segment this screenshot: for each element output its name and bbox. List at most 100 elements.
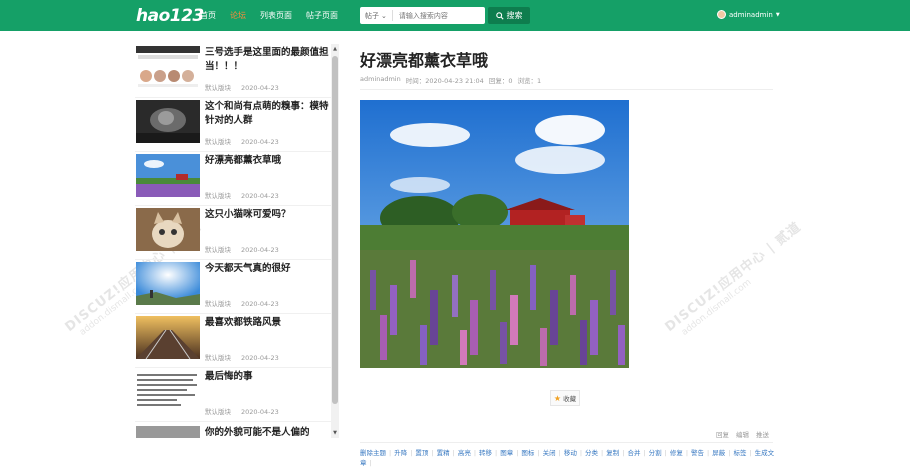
thread-title[interactable]: 今天都天气真的很好 [205, 262, 331, 276]
thread-title[interactable]: 最后悔的事 [205, 370, 331, 384]
separator: | [579, 449, 583, 457]
nav-forum[interactable]: 论坛 [230, 10, 246, 21]
thread-meta: 默认版块 2020-04-23 [205, 190, 289, 200]
mod-link[interactable]: 升降 [394, 449, 407, 457]
article-replies: 回复：0 [488, 77, 513, 85]
mod-link[interactable]: 置顶 [415, 449, 428, 457]
separator: | [728, 449, 731, 457]
search-input[interactable] [392, 11, 475, 20]
mod-link[interactable]: 图章 [500, 449, 513, 457]
mod-link[interactable]: 警告 [691, 449, 704, 457]
thread-meta: 默认版块 2020-04-23 [205, 406, 289, 416]
thread-title[interactable]: 这个和尚有点萌的糗事：模特针对的人群 [205, 100, 331, 128]
mod-link[interactable]: 置精 [437, 449, 450, 457]
mod-link[interactable]: 关闭 [543, 449, 556, 457]
thread-thumbnail [136, 370, 200, 413]
caret-down-icon: ▼ [775, 11, 780, 18]
thread-thumbnail [136, 208, 200, 251]
thread-forum[interactable]: 默认版块 [205, 300, 231, 308]
thread-forum[interactable]: 默认版块 [205, 408, 231, 416]
thread-date: 2020-04-23 [241, 138, 279, 146]
separator: | [749, 449, 752, 457]
mod-link[interactable]: 移动 [564, 449, 577, 457]
thread-thumbnail [136, 100, 200, 143]
scroll-up-icon[interactable]: ▲ [331, 45, 339, 53]
watermark-right: DISCUZ!应用中心 | 贰道 [662, 219, 805, 335]
list-item[interactable]: 好漂亮都薰衣草哦 默认版块 2020-04-23 [135, 152, 331, 206]
page-title: 好漂亮都薰衣草哦 [360, 51, 489, 70]
search-type-select[interactable]: 帖子 ⌄ [360, 10, 393, 21]
list-item[interactable]: 这只小猫咪可爱吗？ 默认版块 2020-04-23 [135, 206, 331, 260]
thread-forum[interactable]: 默认版块 [205, 354, 231, 362]
thread-thumbnail [136, 316, 200, 359]
mod-link[interactable]: 标签 [733, 449, 746, 457]
thread-forum[interactable]: 默认版块 [205, 138, 231, 146]
divider [360, 89, 773, 90]
main-nav: 首页 论坛 列表页面 帖子页面 [200, 0, 352, 31]
favorite-button[interactable]: ★ 收藏 [550, 390, 580, 406]
thread-forum[interactable]: 默认版块 [205, 246, 231, 254]
search-button-label: 搜索 [506, 11, 523, 20]
mod-link[interactable]: 分类 [585, 449, 598, 457]
list-item[interactable]: 今天都天气真的很好 默认版块 2020-04-23 [135, 260, 331, 314]
avatar [717, 10, 726, 19]
list-item[interactable]: 三号选手是这里面的最颜值担当！！！ 默认版块 2020-04-23 [135, 44, 331, 98]
thread-date: 2020-04-23 [241, 300, 279, 308]
thread-date: 2020-04-23 [241, 192, 279, 200]
mod-link[interactable]: 分割 [649, 449, 662, 457]
sidebar-scrollbar[interactable]: ▲ ▼ [331, 44, 339, 438]
divider [360, 442, 773, 443]
reply-link[interactable]: 回复 [716, 429, 729, 439]
thread-date: 2020-04-23 [241, 408, 279, 416]
thread-meta: 默认版块 2020-04-23 [205, 298, 289, 308]
list-item[interactable]: 你的外貌可能不是人偏的 [135, 424, 331, 438]
top-navbar: hao123 首页 论坛 列表页面 帖子页面 帖子 ⌄ 搜索 adminadmi… [0, 0, 910, 31]
separator: | [707, 449, 710, 457]
favorite-label: 收藏 [563, 395, 577, 403]
nav-list-page[interactable]: 列表页面 [260, 10, 292, 21]
thread-date: 2020-04-23 [241, 354, 279, 362]
mod-link[interactable]: 删除主题 [360, 449, 386, 457]
push-link[interactable]: 推送 [756, 429, 769, 439]
separator: | [558, 449, 561, 457]
thread-date: 2020-04-23 [241, 84, 279, 92]
star-icon: ★ [553, 393, 562, 403]
edit-link[interactable]: 编辑 [736, 429, 749, 439]
thread-date: 2020-04-23 [241, 246, 279, 254]
thread-title[interactable]: 最喜欢都铁路风景 [205, 316, 331, 330]
thread-title[interactable]: 你的外貌可能不是人偏的 [205, 426, 331, 438]
separator: | [664, 449, 667, 457]
mod-link[interactable]: 合并 [627, 449, 640, 457]
thread-title[interactable]: 这只小猫咪可爱吗？ [205, 208, 331, 222]
mod-link[interactable]: 转移 [479, 449, 492, 457]
article-views: 浏览：1 [517, 77, 542, 85]
thread-forum[interactable]: 默认版块 [205, 192, 231, 200]
mod-link[interactable]: 屏蔽 [712, 449, 725, 457]
mod-link[interactable]: 图标 [521, 449, 534, 457]
article-time: 时间：2020-04-23 21:04 [405, 77, 484, 85]
mod-link[interactable]: 高亮 [458, 449, 471, 457]
separator: | [473, 449, 477, 457]
user-menu[interactable]: adminadmin ▼ [717, 10, 780, 19]
thread-meta: 默认版块 2020-04-23 [205, 82, 289, 92]
thread-forum[interactable]: 默认版块 [205, 84, 231, 92]
separator: | [431, 449, 434, 457]
mod-link[interactable]: 复制 [606, 449, 619, 457]
separator: | [369, 459, 372, 467]
site-logo[interactable]: hao123 [136, 5, 204, 27]
moderation-links: 删除主题 | 升降 | 置顶 | 置精 | 高亮 | 转移 | 图章 | 图标 | 关闭 | 移动 | 分类 | 复制 | 合并… [360, 448, 775, 468]
scroll-down-icon[interactable]: ▼ [331, 429, 339, 437]
thread-title[interactable]: 三号选手是这里面的最颜值担当！！！ [205, 46, 331, 74]
list-item[interactable]: 这个和尚有点萌的糗事：模特针对的人群 默认版块 2020-04-23 [135, 98, 331, 152]
article-author[interactable]: adminadmin [360, 75, 401, 85]
list-item[interactable]: 最后悔的事 默认版块 2020-04-23 [135, 368, 331, 422]
search-button[interactable]: 搜索 [488, 7, 530, 24]
mod-link[interactable]: 修复 [670, 449, 683, 457]
thread-list: 三号选手是这里面的最颜值担当！！！ 默认版块 2020-04-23 这个和尚有点萌… [135, 44, 331, 438]
nav-post-page[interactable]: 帖子页面 [306, 10, 338, 21]
scroll-thumb[interactable] [332, 56, 338, 404]
thread-title[interactable]: 好漂亮都薰衣草哦 [205, 154, 331, 168]
nav-home[interactable]: 首页 [200, 10, 216, 21]
list-item[interactable]: 最喜欢都铁路风景 默认版块 2020-04-23 [135, 314, 331, 368]
article-actions: 回复 编辑 推送 [716, 429, 769, 439]
